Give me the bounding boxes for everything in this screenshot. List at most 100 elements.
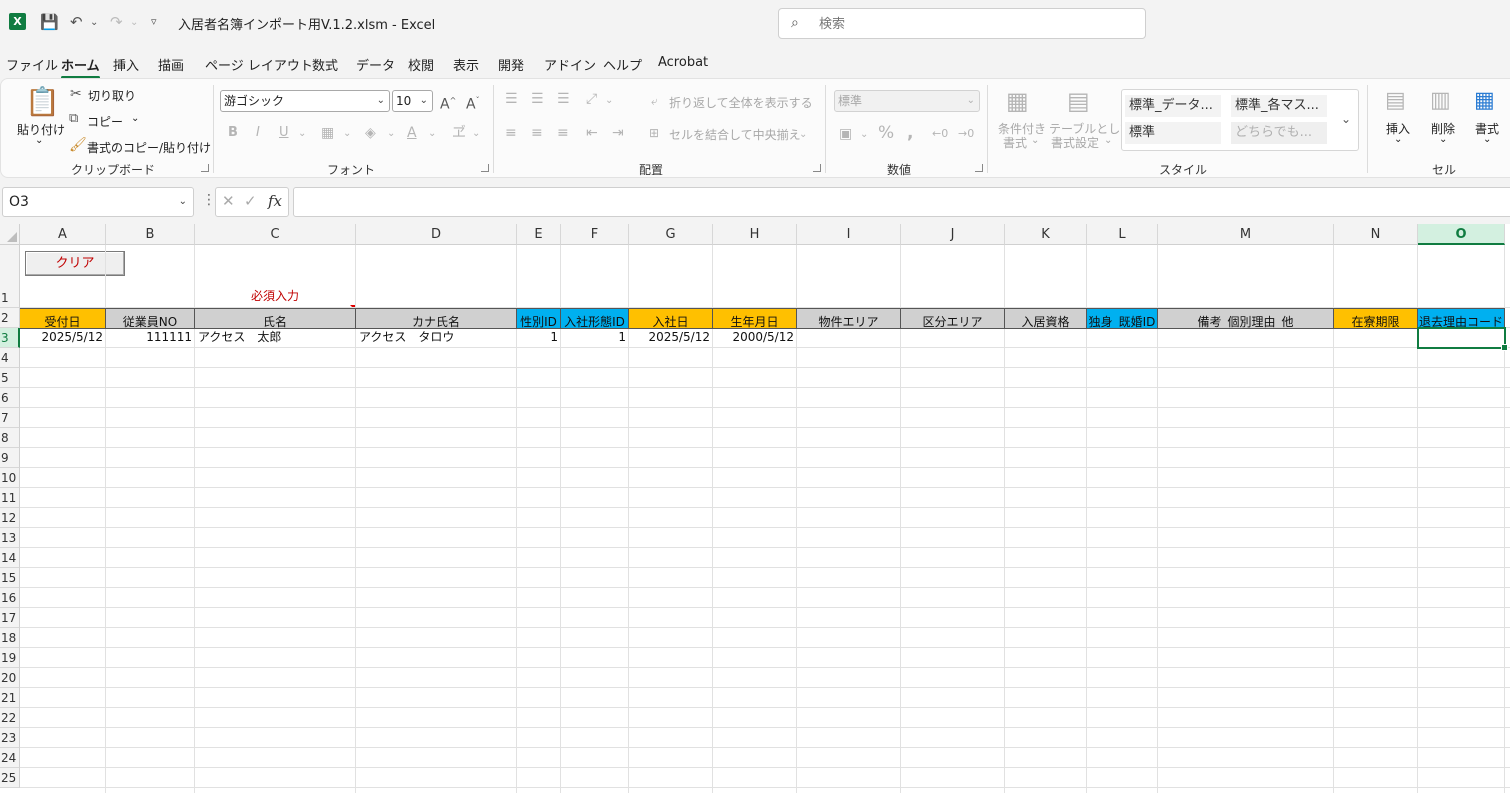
cell-h3[interactable]: 2000/5/12 bbox=[713, 328, 797, 347]
column-header-h[interactable]: H bbox=[713, 224, 797, 245]
increase-font-icon[interactable]: A^ bbox=[440, 93, 456, 113]
format-as-table-line2[interactable]: 書式設定 bbox=[1051, 134, 1099, 151]
select-all-corner[interactable] bbox=[0, 224, 20, 245]
row-header-1[interactable]: 1 bbox=[0, 245, 20, 308]
align-right-icon[interactable]: ≡ bbox=[557, 125, 569, 141]
column-header-b[interactable]: B bbox=[106, 224, 195, 245]
undo-icon[interactable]: ↶ bbox=[70, 12, 83, 32]
increase-decimal-icon[interactable]: ←0 bbox=[932, 126, 948, 142]
cell-n3[interactable] bbox=[1334, 328, 1418, 347]
header-cell-n[interactable]: 在寮期限 bbox=[1334, 308, 1418, 329]
column-header-k[interactable]: K bbox=[1005, 224, 1087, 245]
wrap-text-button[interactable]: 折り返して全体を表示する bbox=[669, 94, 813, 111]
style-standard[interactable]: 標準 bbox=[1125, 122, 1221, 144]
orientation-dropdown-icon[interactable]: ⌄ bbox=[605, 93, 613, 109]
delete-dropdown-icon[interactable]: ⌄ bbox=[1439, 134, 1447, 145]
customize-qat-icon[interactable]: ▿ bbox=[151, 12, 157, 32]
conditional-formatting-line2[interactable]: 書式 bbox=[1003, 134, 1027, 151]
comma-icon[interactable]: , bbox=[907, 125, 913, 142]
cut-button[interactable]: 切り取り bbox=[88, 87, 136, 104]
merge-center-button[interactable]: セルを結合して中央揃え bbox=[669, 126, 801, 143]
name-box[interactable]: O3 ⌄ bbox=[2, 187, 194, 217]
decrease-decimal-icon[interactable]: →0 bbox=[958, 126, 974, 142]
header-cell-j[interactable]: 区分エリア bbox=[901, 308, 1005, 329]
font-color-dropdown-icon[interactable]: ⌄ bbox=[428, 126, 436, 142]
header-cell-o[interactable]: 退去理由コード bbox=[1418, 308, 1505, 329]
row-header-4[interactable]: 4 bbox=[0, 348, 20, 368]
redo-dropdown-icon[interactable]: ⌄ bbox=[130, 13, 138, 33]
row-header-23[interactable]: 23 bbox=[0, 728, 20, 748]
column-header-i[interactable]: I bbox=[797, 224, 901, 245]
tab-file[interactable]: ファイル bbox=[6, 55, 58, 74]
conditional-dropdown-icon[interactable]: ⌄ bbox=[1031, 135, 1039, 146]
align-top-icon[interactable]: ☰ bbox=[505, 91, 518, 107]
row-header-15[interactable]: 15 bbox=[0, 568, 20, 588]
insert-function-icon[interactable]: fx bbox=[268, 192, 282, 210]
column-header-c[interactable]: C bbox=[195, 224, 356, 245]
cancel-icon[interactable]: ✕ bbox=[222, 192, 235, 210]
font-launcher-icon[interactable] bbox=[481, 164, 489, 172]
cell-d3[interactable]: アクセス タロウ bbox=[356, 328, 517, 347]
orientation-icon[interactable]: ⤢ bbox=[586, 91, 597, 107]
row-header-22[interactable]: 22 bbox=[0, 708, 20, 728]
font-name-combo[interactable]: 游ゴシック ⌄ bbox=[220, 90, 390, 112]
row-header-14[interactable]: 14 bbox=[0, 548, 20, 568]
font-color-icon[interactable]: A bbox=[407, 125, 417, 141]
tab-home[interactable]: ホーム bbox=[61, 55, 100, 79]
header-cell-d[interactable]: カナ氏名 bbox=[356, 308, 517, 329]
redo-icon[interactable]: ↷ bbox=[110, 12, 123, 32]
row-header-6[interactable]: 6 bbox=[0, 388, 20, 408]
align-left-icon[interactable]: ≡ bbox=[505, 125, 517, 141]
cell-c3[interactable]: アクセス 太郎 bbox=[195, 328, 356, 347]
fill-dropdown-icon[interactable]: ⌄ bbox=[387, 126, 395, 142]
row-header-3[interactable]: 3 bbox=[0, 328, 20, 348]
number-launcher-icon[interactable] bbox=[975, 164, 983, 172]
italic-button[interactable]: I bbox=[256, 125, 260, 141]
search-box[interactable]: ⌕ bbox=[778, 8, 1146, 39]
row-header-10[interactable]: 10 bbox=[0, 468, 20, 488]
cell-m3[interactable] bbox=[1158, 328, 1334, 347]
row-header-7[interactable]: 7 bbox=[0, 408, 20, 428]
increase-indent-icon[interactable]: ⇥ bbox=[612, 125, 624, 141]
header-cell-h[interactable]: 生年月日 bbox=[713, 308, 797, 329]
header-cell-c[interactable]: 氏名 bbox=[195, 308, 356, 329]
currency-icon[interactable]: ▣ bbox=[839, 126, 852, 142]
column-header-n[interactable]: N bbox=[1334, 224, 1418, 245]
gallery-more-icon[interactable]: ⌄ bbox=[1341, 111, 1351, 127]
cell-b3[interactable]: 111111 bbox=[106, 328, 195, 347]
cell-i3[interactable] bbox=[797, 328, 901, 347]
currency-dropdown-icon[interactable]: ⌄ bbox=[860, 127, 868, 143]
row-header-9[interactable]: 9 bbox=[0, 448, 20, 468]
align-middle-icon[interactable]: ☰ bbox=[531, 91, 544, 107]
header-cell-b[interactable]: 従業員NO bbox=[106, 308, 195, 329]
font-size-combo[interactable]: 10 ⌄ bbox=[392, 90, 433, 112]
column-header-m[interactable]: M bbox=[1158, 224, 1334, 245]
active-cell-selection[interactable] bbox=[1417, 327, 1508, 351]
tab-page-layout[interactable]: ページ レイアウト bbox=[205, 55, 313, 74]
row-header-12[interactable]: 12 bbox=[0, 508, 20, 528]
worksheet-grid[interactable]: クリア 必須入力 A B C D E F G H I J K L M N O 1 2 3 4 5 6 7 8 9 10 11 12 1… bbox=[0, 224, 1510, 793]
header-cell-g[interactable]: 入社日 bbox=[629, 308, 713, 329]
tab-acrobat[interactable]: Acrobat bbox=[658, 55, 708, 70]
column-header-a[interactable]: A bbox=[20, 224, 106, 245]
column-header-d[interactable]: D bbox=[356, 224, 517, 245]
column-header-l[interactable]: L bbox=[1087, 224, 1158, 245]
align-center-icon[interactable]: ≡ bbox=[531, 125, 543, 141]
percent-icon[interactable]: % bbox=[878, 125, 894, 142]
save-icon[interactable]: 💾 bbox=[40, 12, 59, 32]
header-cell-l[interactable]: 独身_既婚ID bbox=[1087, 308, 1158, 329]
table-dropdown-icon[interactable]: ⌄ bbox=[1104, 135, 1112, 146]
header-cell-i[interactable]: 物件エリア bbox=[797, 308, 901, 329]
more-options-icon[interactable]: ⋮ bbox=[202, 192, 216, 208]
column-header-e[interactable]: E bbox=[517, 224, 561, 245]
style-standard-data[interactable]: 標準_データ... bbox=[1125, 95, 1221, 117]
insert-dropdown-icon[interactable]: ⌄ bbox=[1394, 134, 1402, 145]
chevron-down-icon[interactable]: ⌄ bbox=[179, 188, 187, 216]
border-dropdown-icon[interactable]: ⌄ bbox=[343, 126, 351, 142]
tab-data[interactable]: データ bbox=[356, 55, 395, 74]
cell-f3[interactable]: 1 bbox=[561, 328, 629, 347]
format-dropdown-icon[interactable]: ⌄ bbox=[1483, 134, 1491, 145]
row-header-20[interactable]: 20 bbox=[0, 668, 20, 688]
cell-j3[interactable] bbox=[901, 328, 1005, 347]
column-header-f[interactable]: F bbox=[561, 224, 629, 245]
